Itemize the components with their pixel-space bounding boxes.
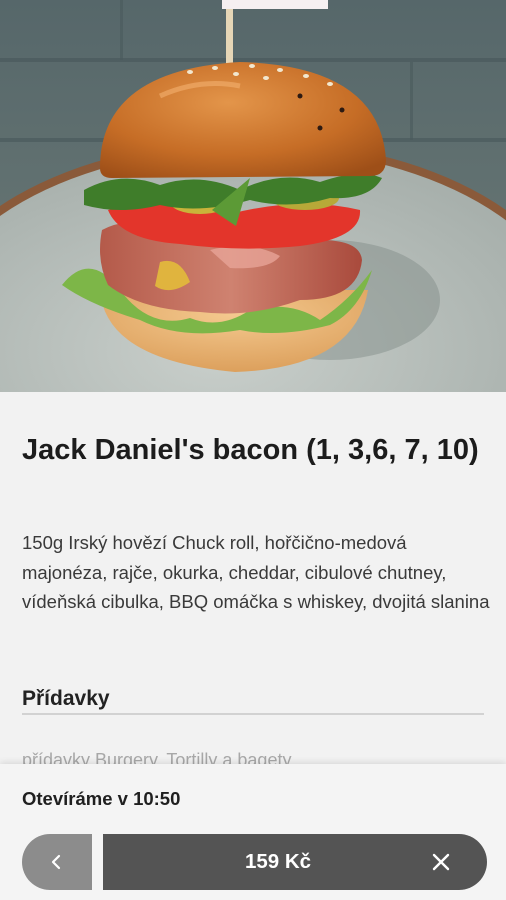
add-to-cart-price-button[interactable]: 159 Kč (103, 834, 487, 890)
product-description: 150g Irský hovězí Chuck roll, hořčično-m… (22, 532, 490, 612)
product-content: Jack Daniel's bacon (1, 3,6, 7, 10) 150g… (0, 392, 506, 772)
close-icon[interactable] (431, 852, 451, 872)
product-detail-screen: Jack Daniel's bacon (1, 3,6, 7, 10) 150g… (0, 0, 506, 900)
product-title: Jack Daniel's bacon (1, 3,6, 7, 10) (22, 434, 479, 466)
opening-time-text: Otevíráme v 10:50 (22, 788, 181, 809)
back-button[interactable] (22, 834, 92, 890)
burger-illustration (0, 0, 506, 392)
product-photo (0, 0, 506, 392)
price-label: 159 Kč (244, 850, 312, 873)
chevron-left-icon (51, 854, 61, 870)
addons-section-title: Přídavky (22, 687, 110, 710)
bottom-action-bar: Otevíráme v 10:50 159 Kč (0, 764, 506, 900)
section-divider (22, 713, 484, 715)
